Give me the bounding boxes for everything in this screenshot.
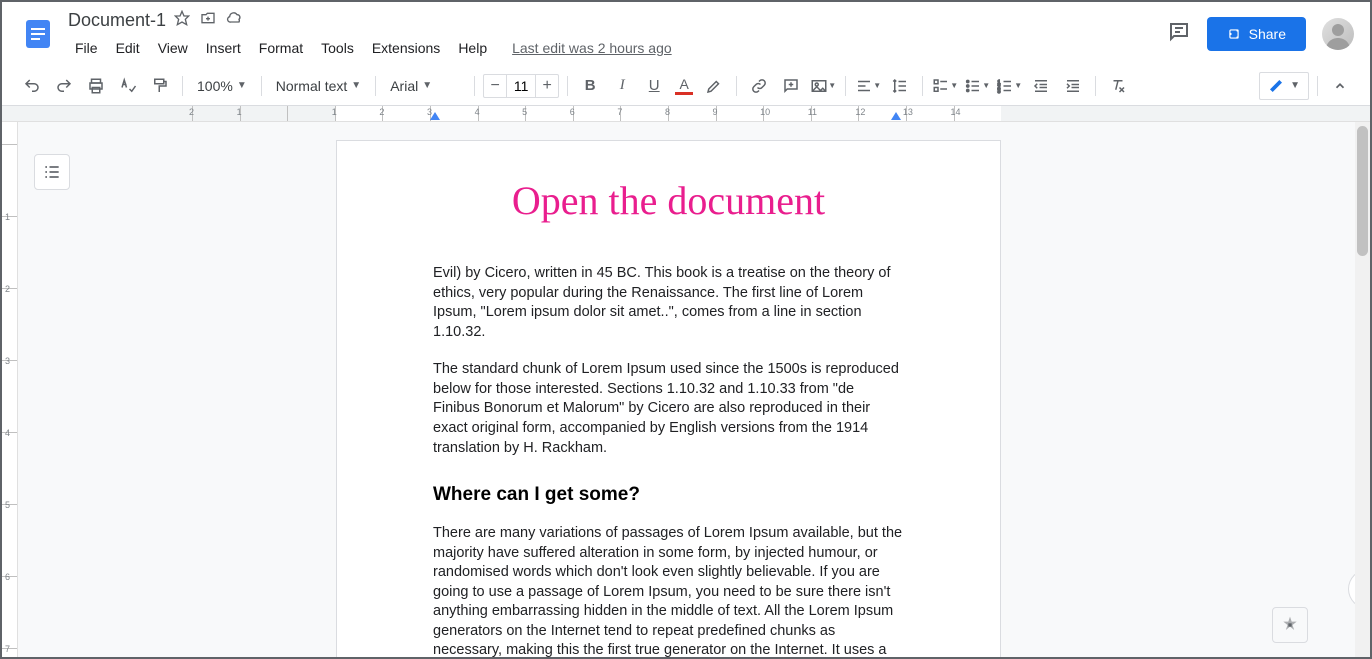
bulleted-list-icon[interactable]: ▼ <box>963 72 991 100</box>
numbered-list-icon[interactable]: 123▼ <box>995 72 1023 100</box>
undo-icon[interactable] <box>18 72 46 100</box>
vertical-scrollbar[interactable] <box>1355 122 1370 657</box>
last-edit-link[interactable]: Last edit was 2 hours ago <box>512 40 672 56</box>
docs-logo-icon[interactable] <box>18 14 58 54</box>
menu-view[interactable]: View <box>151 36 195 60</box>
text-color-icon[interactable]: A <box>672 76 696 95</box>
redo-icon[interactable] <box>50 72 78 100</box>
menu-insert[interactable]: Insert <box>199 36 248 60</box>
horizontal-ruler[interactable]: 2 1 1 2 3 4 5 6 7 8 9 10 11 12 13 14 <box>2 106 1370 122</box>
menu-edit[interactable]: Edit <box>109 36 147 60</box>
font-select[interactable]: Arial▼ <box>384 74 466 98</box>
scrollbar-thumb[interactable] <box>1357 126 1368 256</box>
menu-file[interactable]: File <box>68 36 105 60</box>
star-icon[interactable] <box>174 10 190 31</box>
decrease-indent-icon[interactable] <box>1027 72 1055 100</box>
zoom-select[interactable]: 100%▼ <box>191 74 253 98</box>
document-paragraph[interactable]: Evil) by Cicero, written in 45 BC. This … <box>433 264 904 342</box>
clear-formatting-icon[interactable] <box>1104 72 1132 100</box>
move-icon[interactable] <box>200 10 216 31</box>
add-comment-icon[interactable] <box>777 72 805 100</box>
app-header: Document-1 File Edit View Insert Format … <box>2 2 1370 66</box>
document-paragraph[interactable]: The standard chunk of Lorem Ipsum used s… <box>433 360 904 458</box>
menu-bar: File Edit View Insert Format Tools Exten… <box>68 34 1167 62</box>
align-icon[interactable]: ▼ <box>854 72 882 100</box>
toolbar: 100%▼ Normal text▼ Arial▼ − + B I U A ▼ … <box>2 66 1370 106</box>
style-select[interactable]: Normal text▼ <box>270 74 367 98</box>
print-icon[interactable] <box>82 72 110 100</box>
share-button[interactable]: Share <box>1207 17 1306 51</box>
menu-help[interactable]: Help <box>451 36 494 60</box>
menu-tools[interactable]: Tools <box>314 36 361 60</box>
document-heading[interactable]: Open the document <box>433 177 904 224</box>
increase-indent-icon[interactable] <box>1059 72 1087 100</box>
insert-image-icon[interactable]: ▼ <box>809 72 837 100</box>
font-size-decrease[interactable]: − <box>484 77 506 95</box>
editing-mode-select[interactable]: ▼ <box>1259 72 1309 100</box>
user-avatar[interactable] <box>1322 18 1354 50</box>
font-size-input[interactable] <box>506 75 536 97</box>
menu-format[interactable]: Format <box>252 36 310 60</box>
spellcheck-icon[interactable] <box>114 72 142 100</box>
document-paragraph[interactable]: There are many variations of passages of… <box>433 524 904 657</box>
paint-format-icon[interactable] <box>146 72 174 100</box>
explore-icon[interactable] <box>1272 607 1308 643</box>
checklist-icon[interactable]: ▼ <box>931 72 959 100</box>
cloud-status-icon[interactable] <box>226 10 244 31</box>
collapse-icon[interactable] <box>1326 72 1354 100</box>
document-subheading[interactable]: Where can I get some? <box>433 484 904 506</box>
share-button-label: Share <box>1249 26 1286 42</box>
document-canvas: 2 1 1 2 3 4 5 6 7 8 9 Open the document … <box>2 122 1370 657</box>
menu-extensions[interactable]: Extensions <box>365 36 447 60</box>
font-size-increase[interactable]: + <box>536 77 558 95</box>
highlight-icon[interactable] <box>700 72 728 100</box>
bold-icon[interactable]: B <box>576 72 604 100</box>
line-spacing-icon[interactable] <box>886 72 914 100</box>
document-page[interactable]: Open the document Evil) by Cicero, writt… <box>336 140 1001 657</box>
vertical-ruler[interactable]: 2 1 1 2 3 4 5 6 7 8 9 <box>2 122 18 657</box>
font-size-control: − + <box>483 74 559 98</box>
comments-icon[interactable] <box>1167 20 1191 49</box>
document-title[interactable]: Document-1 <box>68 10 166 31</box>
insert-link-icon[interactable] <box>745 72 773 100</box>
svg-text:3: 3 <box>998 88 1001 94</box>
italic-icon[interactable]: I <box>608 72 636 100</box>
underline-icon[interactable]: U <box>640 72 668 100</box>
outline-toggle-icon[interactable] <box>34 154 70 190</box>
